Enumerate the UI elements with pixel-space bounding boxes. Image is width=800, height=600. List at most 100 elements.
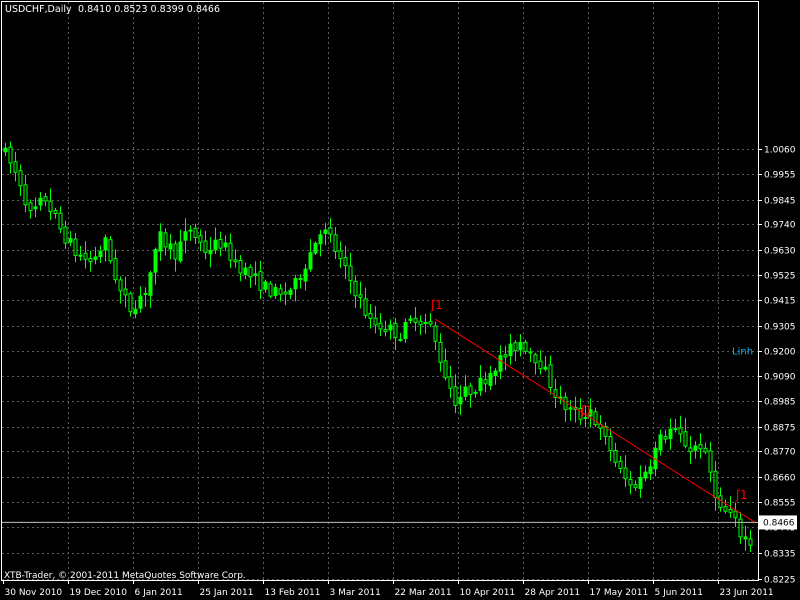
y-tick-label: 0.8335 <box>764 550 796 560</box>
y-tick-label: 0.8660 <box>764 474 796 484</box>
y-tick-label: 0.9415 <box>764 297 796 307</box>
candle-body <box>328 227 333 235</box>
price-chart[interactable]: ʃ1 ʃ1 ʃ1 Linh 1.0060 0.9955 0.9845 0.9740 0.963… <box>0 0 800 600</box>
copyright-text: XTB-Trader, © 2001-2011 MetaQuotes Softw… <box>4 571 246 581</box>
candle-body <box>538 360 543 370</box>
fractal-marker[interactable]: ʃ1 <box>430 298 443 312</box>
candle-body <box>658 434 663 451</box>
candle-body <box>168 243 173 250</box>
candle-body <box>398 338 403 341</box>
y-tick-label: 0.9090 <box>764 373 796 383</box>
candle-body <box>608 436 613 452</box>
candle-body <box>413 317 418 323</box>
candle-body <box>248 266 253 278</box>
x-tick-label: 22 Mar 2011 <box>395 588 452 598</box>
candle-body <box>458 396 463 405</box>
candle[interactable] <box>268 280 273 299</box>
candle-body <box>298 277 303 281</box>
candle-body <box>73 238 78 256</box>
candle-body <box>308 252 313 270</box>
x-tick-label: 25 Jan 2011 <box>200 588 254 598</box>
candle-body <box>483 379 488 385</box>
candle-body <box>688 447 693 453</box>
candle-body <box>623 467 628 480</box>
candle-body <box>373 317 378 326</box>
candle-body <box>408 318 413 321</box>
candle-body <box>403 321 408 340</box>
candle-body <box>173 243 178 260</box>
candle-body <box>318 234 323 245</box>
candle-body <box>613 449 618 463</box>
candle-body <box>288 289 293 296</box>
candle-body <box>333 234 338 252</box>
x-tick-label: 5 Jun 2011 <box>655 588 703 598</box>
y-tick-label: 0.8985 <box>764 398 796 408</box>
candle-body <box>628 479 633 486</box>
candle-body <box>418 320 423 326</box>
fractal-marker[interactable]: ʃ1 <box>580 403 593 417</box>
object-label[interactable]: Linh <box>732 347 753 358</box>
candle-body <box>698 444 703 450</box>
candle-body <box>243 267 248 275</box>
candle-body <box>163 232 168 248</box>
candle-body <box>58 212 63 230</box>
candle-body <box>268 283 273 297</box>
candle-body <box>638 476 643 489</box>
candle-body <box>693 445 698 452</box>
candle-body <box>593 411 598 426</box>
candle-body <box>128 293 133 313</box>
candle-body <box>713 470 718 498</box>
candle-body <box>8 146 13 164</box>
candle-body <box>523 341 528 352</box>
candle-body <box>253 273 258 276</box>
x-tick-label: 28 Apr 2011 <box>525 588 581 598</box>
candle-body <box>443 360 448 379</box>
candle-body <box>683 431 688 447</box>
candle-body <box>68 238 73 243</box>
candle-body <box>748 538 753 546</box>
candle-body <box>728 508 733 513</box>
y-tick-label: 0.9740 <box>764 221 796 231</box>
candle-body <box>448 376 453 389</box>
candle-body <box>293 277 298 290</box>
candle-body <box>388 324 393 331</box>
candle-body <box>228 242 233 261</box>
candle-body <box>223 242 228 248</box>
chart-title: USDCHF,Daily <box>5 4 72 15</box>
candle-body <box>258 271 263 291</box>
candle[interactable] <box>108 236 113 264</box>
candle-body <box>648 466 653 475</box>
candle-body <box>743 536 748 540</box>
candle-body <box>138 295 143 309</box>
x-tick-label: 13 Feb 2011 <box>265 588 321 598</box>
fractal-marker[interactable]: ʃ1 <box>735 488 748 502</box>
candle-body <box>98 250 103 258</box>
x-tick-label: 19 Dec 2010 <box>70 588 128 598</box>
candle-body <box>383 328 388 333</box>
candle-body <box>323 229 328 234</box>
candle-body <box>48 200 53 213</box>
candle-body <box>498 355 503 372</box>
candle-body <box>393 322 398 338</box>
candle-body <box>263 281 268 290</box>
candle-body <box>493 370 498 377</box>
candle-body <box>468 385 473 396</box>
candle-body <box>53 210 58 215</box>
candle-body <box>38 197 43 206</box>
candle-body <box>378 322 383 330</box>
candle-body <box>178 241 183 262</box>
candle-body <box>33 206 38 210</box>
candle-body <box>568 407 573 410</box>
candle-body <box>433 325 438 342</box>
y-tick-label: 1.0060 <box>764 146 796 156</box>
candle-body <box>488 372 493 386</box>
x-tick-label: 3 Mar 2011 <box>330 588 381 598</box>
candle-body <box>663 436 668 440</box>
candle-body <box>703 447 708 453</box>
y-tick-label: 0.8555 <box>764 499 796 509</box>
candle-body <box>78 254 83 257</box>
y-tick-label: 0.9305 <box>764 323 796 333</box>
candle[interactable] <box>313 241 318 256</box>
candle-body <box>83 252 88 260</box>
candle-body <box>518 341 523 351</box>
